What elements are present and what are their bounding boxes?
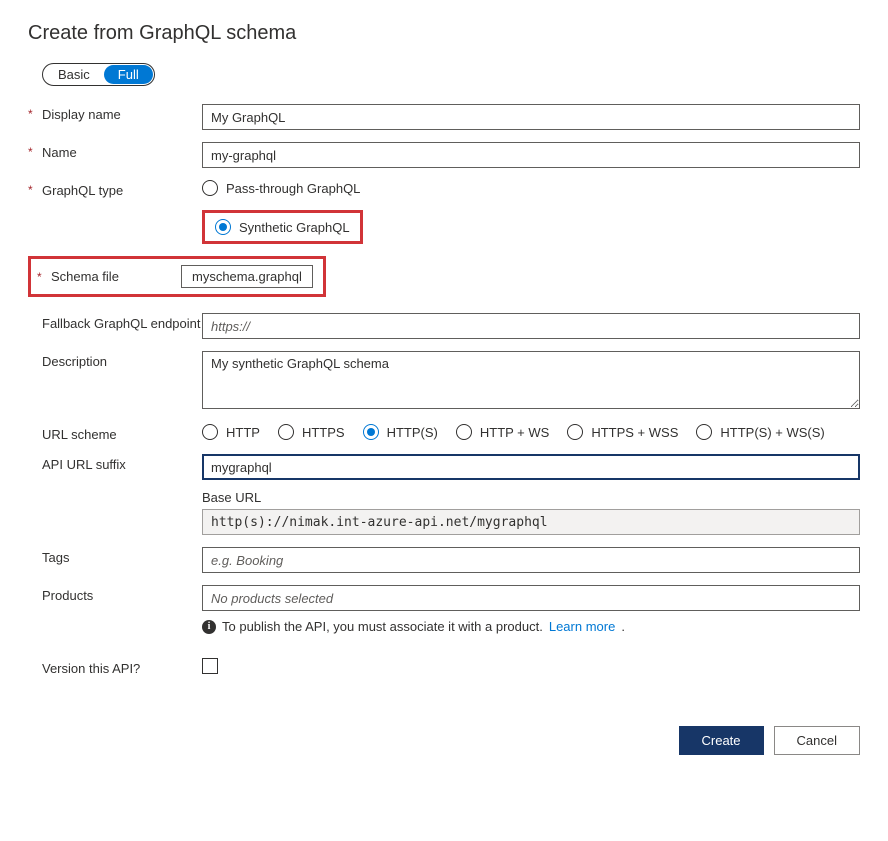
radio-passthrough-label: Pass-through GraphQL (226, 181, 360, 196)
radio-synthetic[interactable] (215, 219, 231, 235)
learn-more-link[interactable]: Learn more (549, 619, 615, 634)
tags-input[interactable] (202, 547, 860, 573)
products-info-text: To publish the API, you must associate i… (222, 619, 543, 634)
tags-label: Tags (42, 550, 69, 565)
version-label: Version this API? (42, 661, 140, 676)
name-label: Name (42, 145, 77, 160)
products-label: Products (42, 588, 93, 603)
version-checkbox[interactable] (202, 658, 218, 674)
api-suffix-label: API URL suffix (42, 457, 126, 472)
radio-https[interactable] (278, 424, 294, 440)
radio-https-wss[interactable] (567, 424, 583, 440)
required-marker: * (37, 270, 51, 284)
schema-file-label: Schema file (51, 269, 181, 284)
fallback-input[interactable] (202, 313, 860, 339)
toggle-basic[interactable]: Basic (44, 65, 104, 84)
required-marker: * (28, 107, 42, 122)
required-marker: * (28, 145, 42, 160)
radio-http[interactable] (202, 424, 218, 440)
radio-http-ws[interactable] (456, 424, 472, 440)
synthetic-highlight: Synthetic GraphQL (202, 210, 363, 244)
radio-http-s-ws-s-label: HTTP(S) + WS(S) (720, 425, 824, 440)
display-name-label: Display name (42, 107, 121, 122)
cancel-button[interactable]: Cancel (774, 726, 860, 755)
base-url-value: http(s)://nimak.int-azure-api.net/mygrap… (202, 509, 860, 535)
basic-full-toggle[interactable]: Basic Full (42, 63, 155, 86)
radio-http-s[interactable] (363, 424, 379, 440)
url-scheme-label: URL scheme (42, 427, 117, 442)
name-input[interactable] (202, 142, 860, 168)
radio-passthrough[interactable] (202, 180, 218, 196)
info-icon: i (202, 620, 216, 634)
description-input[interactable] (202, 351, 860, 409)
description-label: Description (42, 354, 107, 369)
radio-https-label: HTTPS (302, 425, 345, 440)
fallback-label: Fallback GraphQL endpoint (42, 316, 201, 331)
schema-file-value[interactable]: myschema.graphql (181, 265, 313, 288)
create-button[interactable]: Create (679, 726, 764, 755)
display-name-input[interactable] (202, 104, 860, 130)
radio-synthetic-label: Synthetic GraphQL (239, 220, 350, 235)
required-marker: * (28, 183, 42, 198)
api-suffix-input[interactable] (202, 454, 860, 480)
base-url-label: Base URL (202, 490, 860, 505)
toggle-full[interactable]: Full (104, 65, 153, 84)
radio-http-ws-label: HTTP + WS (480, 425, 549, 440)
page-title: Create from GraphQL schema (28, 22, 860, 45)
radio-http-label: HTTP (226, 425, 260, 440)
radio-http-s-ws-s[interactable] (696, 424, 712, 440)
graphql-type-label: GraphQL type (42, 183, 123, 198)
radio-http-s-label: HTTP(S) (387, 425, 438, 440)
radio-https-wss-label: HTTPS + WSS (591, 425, 678, 440)
products-input[interactable] (202, 585, 860, 611)
schema-file-highlight: * Schema file myschema.graphql (28, 256, 326, 297)
